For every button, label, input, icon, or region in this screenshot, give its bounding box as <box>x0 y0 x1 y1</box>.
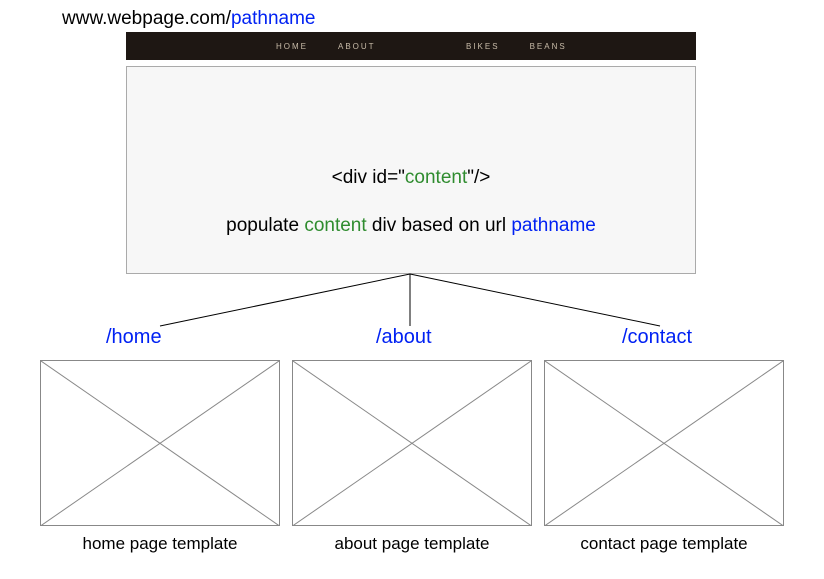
code-id: content <box>405 167 467 188</box>
desc-pathname: pathname <box>511 215 596 236</box>
caption-contact: contact page template <box>544 534 784 554</box>
url-pathname: pathname <box>231 8 316 29</box>
code-close: "/> <box>467 167 490 188</box>
nav-beans[interactable]: BEANS <box>530 42 567 51</box>
template-placeholder-contact <box>544 360 784 526</box>
desc-p2: div based on url <box>367 215 512 236</box>
nav-about[interactable]: ABOUT <box>338 42 376 51</box>
url-base: www.webpage.com/ <box>62 8 231 29</box>
nav-home[interactable]: HOME <box>276 42 308 51</box>
code-snippet: <div id="content"/> <box>127 167 695 189</box>
navbar: HOME ABOUT BIKES BEANS <box>126 32 696 60</box>
description: populate content div based on url pathna… <box>127 215 695 237</box>
desc-p1: populate <box>226 215 304 236</box>
nav-bikes[interactable]: BIKES <box>466 42 500 51</box>
desc-content: content <box>304 215 366 236</box>
caption-about: about page template <box>292 534 532 554</box>
template-placeholder-home <box>40 360 280 526</box>
template-placeholder-about <box>292 360 532 526</box>
route-label-home: /home <box>106 326 162 349</box>
route-label-contact: /contact <box>622 326 692 349</box>
content-area: <div id="content"/> populate content div… <box>126 66 696 274</box>
route-label-about: /about <box>376 326 432 349</box>
code-open: <div id=" <box>332 167 405 188</box>
caption-home: home page template <box>40 534 280 554</box>
url-display: www.webpage.com/pathname <box>62 8 315 30</box>
